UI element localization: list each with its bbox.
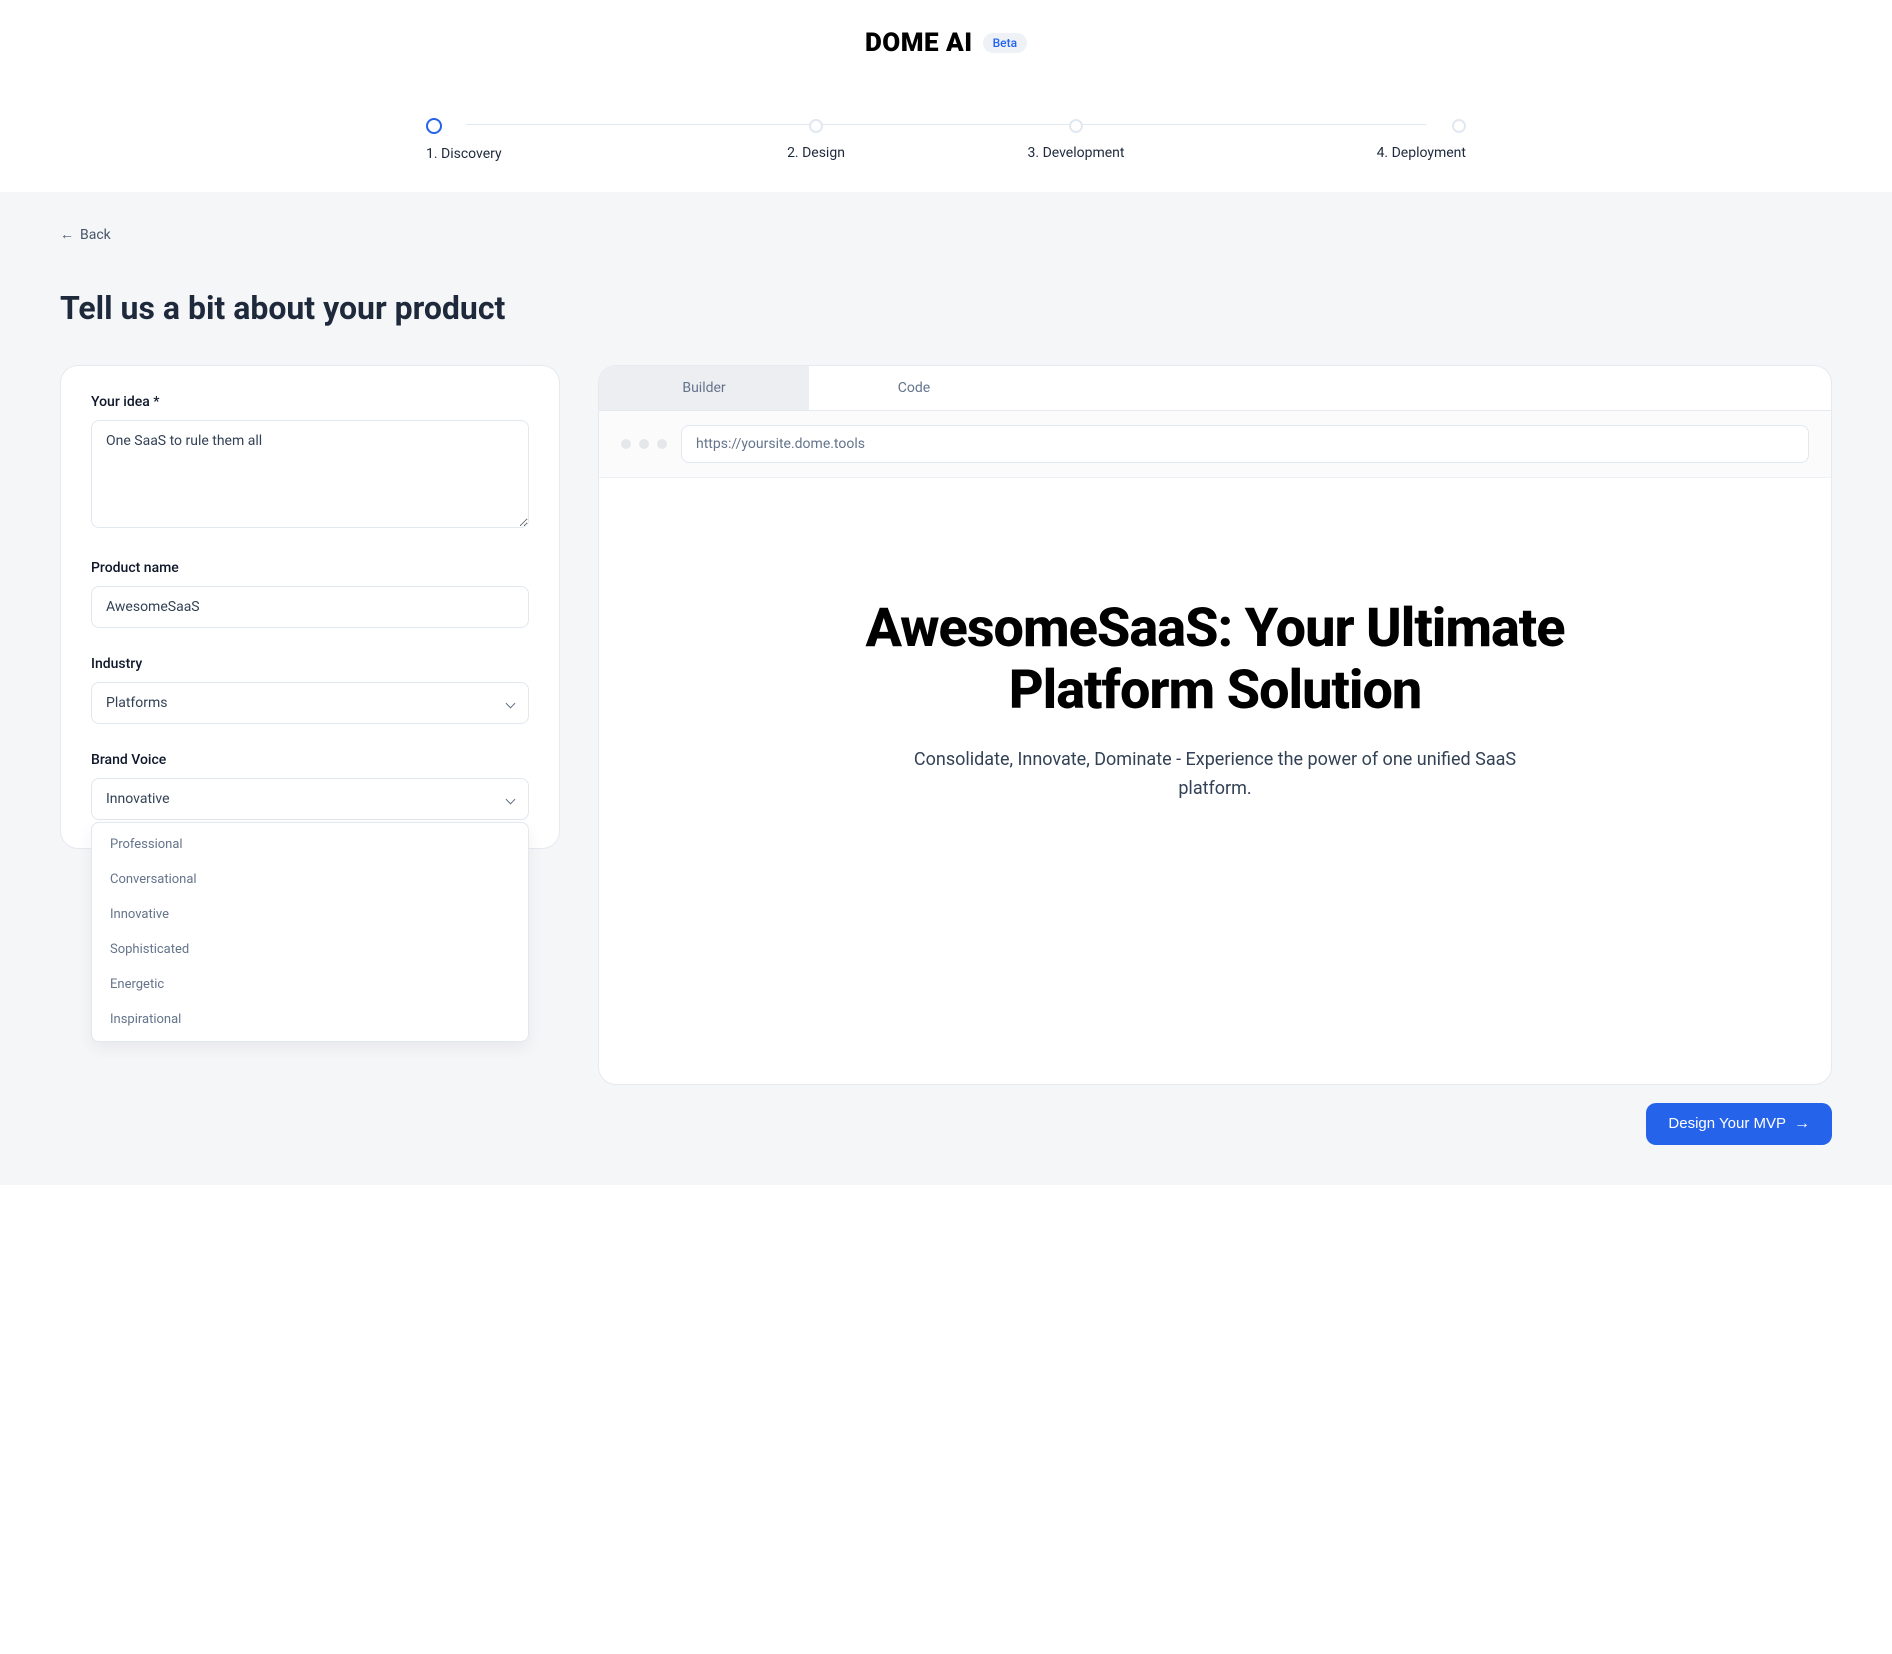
back-button[interactable]: ← Back — [60, 226, 111, 243]
page-title: Tell us a bit about your product — [60, 289, 1832, 327]
brand-voice-option[interactable]: Sophisticated — [92, 932, 528, 967]
step-circle-deployment[interactable] — [1452, 119, 1466, 133]
back-label: Back — [80, 227, 111, 243]
tab-builder[interactable]: Builder — [599, 366, 809, 411]
form-card: Your idea * Product name Industry Platfo… — [60, 365, 560, 849]
stepper: 1. Discovery 2. Design 3. Development 4.… — [386, 118, 1506, 192]
industry-value: Platforms — [106, 695, 168, 711]
brand-voice-value: Innovative — [106, 791, 170, 807]
product-name-input[interactable] — [91, 586, 529, 628]
idea-textarea[interactable] — [91, 420, 529, 528]
brand-voice-select[interactable]: Innovative — [91, 778, 529, 820]
arrow-left-icon: ← — [60, 226, 74, 243]
traffic-light-icons — [621, 439, 667, 449]
design-mvp-button[interactable]: Design Your MVP → — [1646, 1103, 1832, 1145]
step-circle-design[interactable] — [809, 119, 823, 133]
header: DOME AI Beta 1. Discovery 2. Design 3. D… — [0, 0, 1892, 192]
chevron-down-icon — [506, 698, 516, 708]
main-content: ← Back Tell us a bit about your product … — [0, 192, 1892, 1185]
url-display: https://yoursite.dome.tools — [681, 425, 1809, 463]
product-name-label: Product name — [91, 560, 529, 576]
industry-label: Industry — [91, 656, 529, 672]
cta-label: Design Your MVP — [1668, 1115, 1786, 1132]
preview-subheading: Consolidate, Innovate, Dominate - Experi… — [905, 746, 1525, 804]
footer: Design Your MVP → — [732, 1103, 1832, 1145]
step-label: 1. Discovery — [426, 146, 502, 162]
step-circle-development[interactable] — [1069, 119, 1083, 133]
brand-voice-option[interactable]: Professional — [92, 827, 528, 862]
preview-heading: AwesomeSaaS: Your Ultimate Platform Solu… — [845, 598, 1585, 722]
preview-tabs: Builder Code — [599, 366, 1831, 411]
dot-icon — [639, 439, 649, 449]
step-label: 4. Deployment — [1377, 145, 1466, 161]
brand-voice-option[interactable]: Conversational — [92, 862, 528, 897]
brand-voice-option[interactable]: Innovative — [92, 897, 528, 932]
dot-icon — [621, 439, 631, 449]
step-circle-discovery[interactable] — [426, 118, 442, 134]
step-label: 3. Development — [1028, 145, 1125, 161]
step-label: 2. Design — [787, 145, 845, 161]
chevron-down-icon — [506, 794, 516, 804]
logo: DOME AI — [865, 28, 973, 58]
arrow-right-icon: → — [1794, 1115, 1810, 1133]
preview-body: AwesomeSaaS: Your Ultimate Platform Solu… — [599, 478, 1831, 1084]
dot-icon — [657, 439, 667, 449]
preview-card: Builder Code https://yoursite.dome.tools… — [598, 365, 1832, 1085]
industry-select[interactable]: Platforms — [91, 682, 529, 724]
brand-voice-label: Brand Voice — [91, 752, 529, 768]
beta-badge: Beta — [983, 33, 1027, 53]
tab-code[interactable]: Code — [809, 366, 1019, 411]
brand-voice-option[interactable]: Energetic — [92, 967, 528, 1002]
idea-label: Your idea * — [91, 394, 529, 410]
url-bar: https://yoursite.dome.tools — [599, 411, 1831, 478]
brand-voice-dropdown: Professional Conversational Innovative S… — [91, 822, 529, 1042]
brand-voice-option[interactable]: Inspirational — [92, 1002, 528, 1037]
